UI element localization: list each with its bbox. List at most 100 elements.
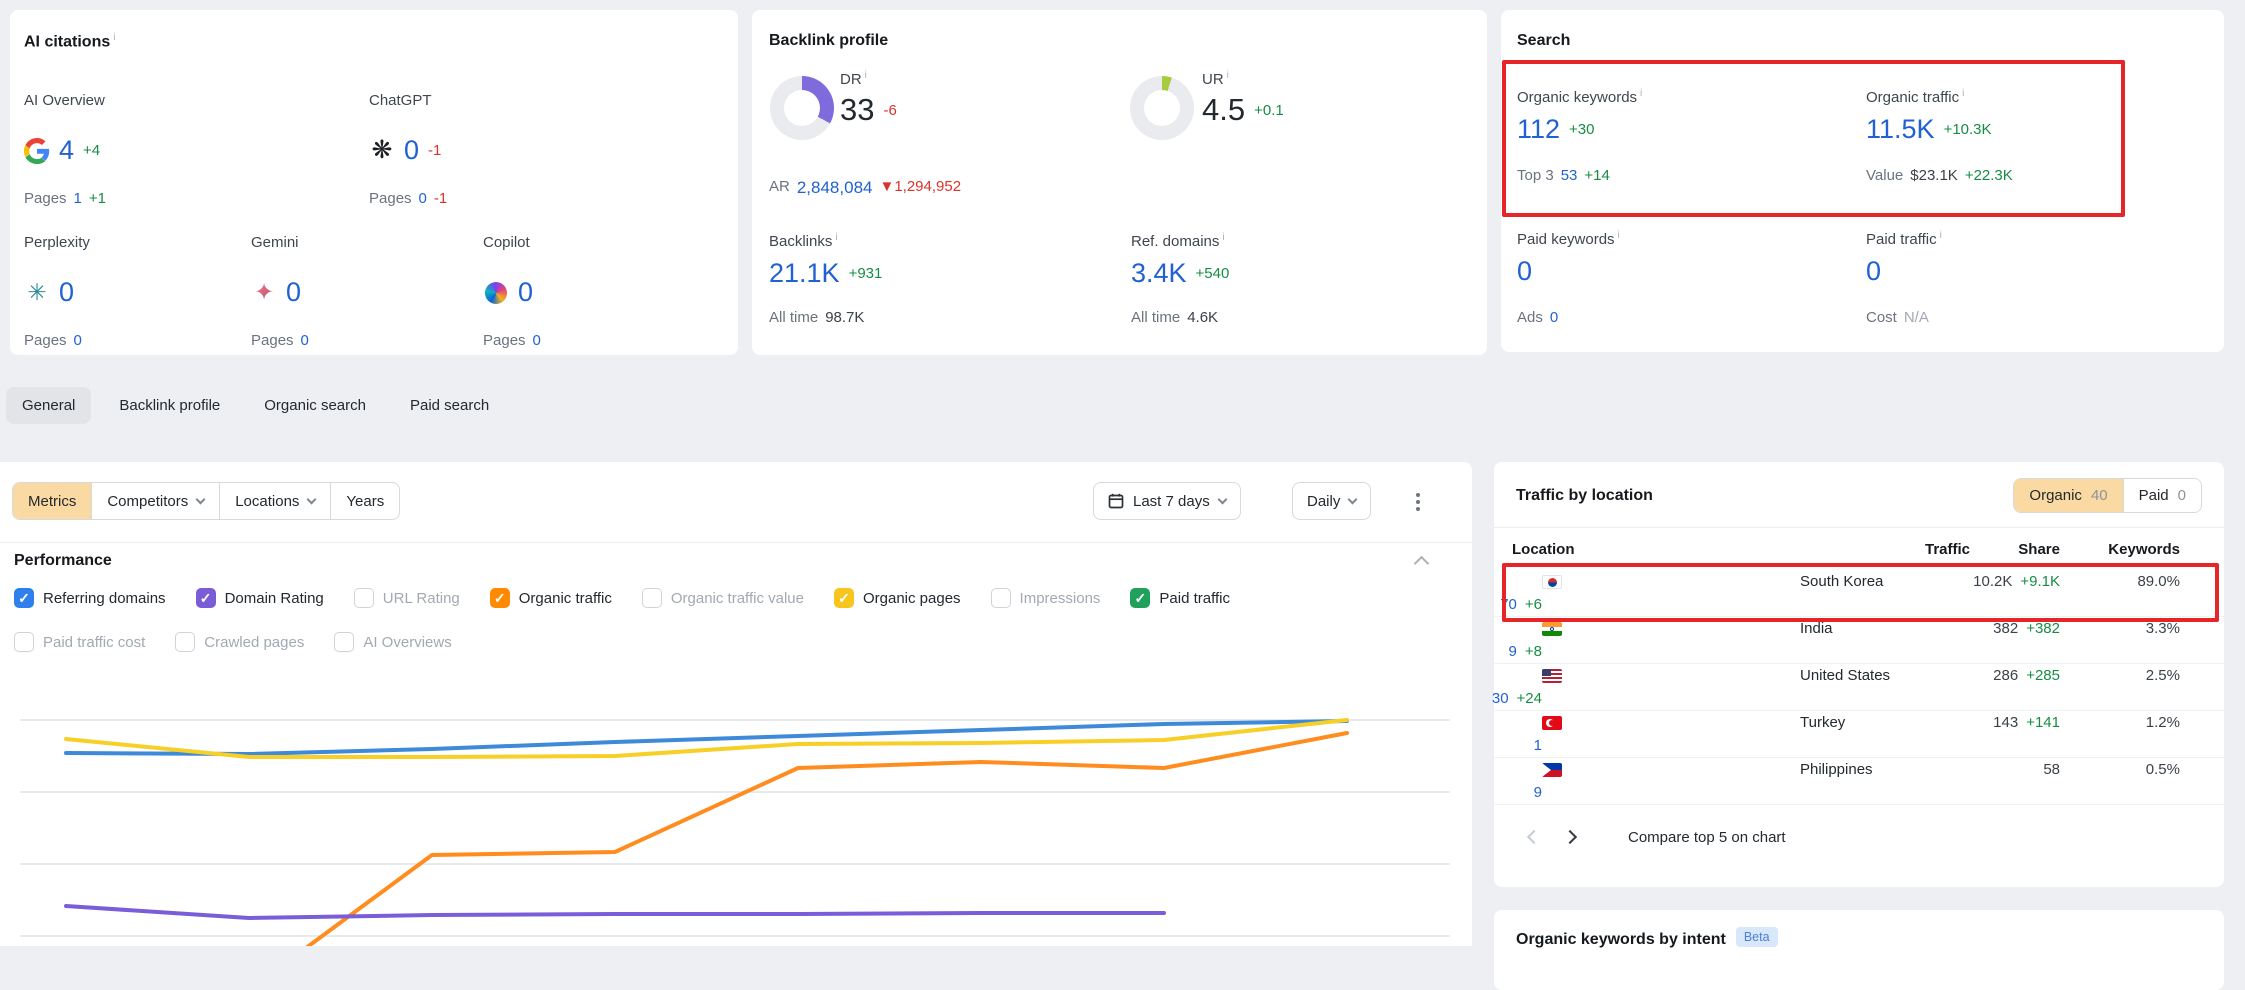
traffic-by-location-title: Traffic by location xyxy=(1516,487,1653,505)
chevron-down-icon xyxy=(196,494,206,504)
ur-stat: URi 4.5+0.1 xyxy=(1202,70,1284,128)
paid-keywords-value[interactable]: 0 xyxy=(1517,256,1532,287)
location-row-south-korea[interactable]: South Korea10.2K+9.1K89.0%70+6 xyxy=(1494,570,2224,617)
info-icon[interactable]: i xyxy=(1618,230,1620,241)
ai-stat-gemini: Gemini✦0Pages0 xyxy=(251,234,309,349)
share-cell: 3.3% xyxy=(2060,620,2180,637)
metric-checkbox-organic-pages[interactable]: ✓Organic pages xyxy=(834,588,961,608)
traffic-cell: 286+285 xyxy=(1970,667,2060,684)
organic-keywords-value[interactable]: 112 xyxy=(1517,114,1560,145)
ai-stat-perplexity: Perplexity✳︎0Pages0 xyxy=(24,234,90,349)
column-header-share: Share xyxy=(1970,541,2060,558)
ai-pages-value[interactable]: 1 xyxy=(74,190,82,207)
metric-checkbox-impressions[interactable]: Impressions xyxy=(991,588,1101,608)
tab-general[interactable]: General xyxy=(6,387,91,424)
flag-united-states-icon xyxy=(1542,669,1562,683)
flag-india-icon xyxy=(1542,622,1562,636)
organic-paid-toggle: Organic40Paid0 xyxy=(2013,478,2202,513)
traffic-by-location-card: Traffic by location Organic40Paid0 Locat… xyxy=(1494,462,2224,887)
info-icon[interactable]: i xyxy=(113,32,115,43)
next-page-chevron-icon[interactable] xyxy=(1552,819,1588,855)
ai-pages-value[interactable]: 0 xyxy=(74,332,82,349)
column-header-keywords: Keywords xyxy=(2060,541,2180,558)
collapse-chevron-up-icon[interactable] xyxy=(1414,556,1430,572)
tab-paid-search[interactable]: Paid search xyxy=(394,387,505,424)
metric-checkbox-paid-traffic-cost[interactable]: Paid traffic cost xyxy=(14,632,145,652)
dr-delta: -6 xyxy=(883,102,896,119)
tab-backlink-profile[interactable]: Backlink profile xyxy=(103,387,236,424)
segment-competitors[interactable]: Competitors xyxy=(91,483,219,519)
ai-value: 0 xyxy=(286,277,301,308)
performance-title: Performance xyxy=(14,552,112,570)
search-title: Search xyxy=(1517,32,2208,50)
ref-domains-value[interactable]: 3.4K xyxy=(1131,258,1187,289)
main-panel: MetricsCompetitorsLocationsYears Last 7 … xyxy=(0,462,1472,946)
compare-top5-link[interactable]: Compare top 5 on chart xyxy=(1628,829,1786,846)
chevron-down-icon xyxy=(1217,494,1227,504)
paid-traffic-value[interactable]: 0 xyxy=(1866,256,1881,287)
metric-checkbox-url-rating[interactable]: URL Rating xyxy=(354,588,460,608)
keywords-link[interactable]: 1 xyxy=(1534,737,1542,754)
metric-checkbox-paid-traffic[interactable]: ✓Paid traffic xyxy=(1130,588,1230,608)
toggle-paid[interactable]: Paid0 xyxy=(2123,479,2201,512)
location-row-india[interactable]: India382+3823.3%9+8 xyxy=(1494,617,2224,664)
ai-stat-ai-overview: AI Overview4+4Pages1+1 xyxy=(24,92,106,207)
info-icon[interactable]: i xyxy=(1227,70,1229,81)
ar-value[interactable]: 2,848,084 xyxy=(797,178,873,198)
tab-organic-search[interactable]: Organic search xyxy=(248,387,382,424)
share-cell: 2.5% xyxy=(2060,667,2180,684)
info-icon[interactable]: i xyxy=(835,232,837,243)
keywords-cell: 30+24 xyxy=(1512,690,1542,707)
location-row-turkey[interactable]: Turkey143+1411.2%1 xyxy=(1494,711,2224,758)
segment-years[interactable]: Years xyxy=(330,483,399,519)
keywords-link[interactable]: 9 xyxy=(1509,643,1517,660)
info-icon[interactable]: i xyxy=(1962,88,1964,99)
metric-checkbox-organic-traffic-value[interactable]: Organic traffic value xyxy=(642,588,804,608)
checkbox-icon xyxy=(175,632,195,652)
keywords-link[interactable]: 70 xyxy=(1500,596,1517,613)
date-range-button[interactable]: Last 7 days xyxy=(1093,482,1241,520)
performance-line-chart xyxy=(20,682,1450,946)
checkbox-icon xyxy=(334,632,354,652)
location-row-philippines[interactable]: Philippines580.5%9 xyxy=(1494,758,2224,805)
location-name: Philippines xyxy=(1800,761,1970,778)
segment-metrics[interactable]: Metrics xyxy=(13,483,91,519)
location-row-united-states[interactable]: United States286+2852.5%30+24 xyxy=(1494,664,2224,711)
location-table-body: South Korea10.2K+9.1K89.0%70+6India382+3… xyxy=(1494,570,2224,805)
organic-keywords-stat: Organic keywordsi 112+30 Top 3 53 +14 xyxy=(1517,88,1642,184)
ai-pages-value[interactable]: 0 xyxy=(301,332,309,349)
segment-locations[interactable]: Locations xyxy=(219,483,330,519)
keywords-link[interactable]: 9 xyxy=(1534,784,1542,801)
more-options-kebab-icon[interactable] xyxy=(1408,490,1428,514)
traffic-cell: 10.2K+9.1K xyxy=(1970,573,2060,590)
prev-page-chevron-icon[interactable] xyxy=(1516,819,1552,855)
paid-keywords-stat: Paid keywordsi 0 Ads 0 xyxy=(1517,230,1620,326)
organic-traffic-value[interactable]: 11.5K xyxy=(1866,114,1935,145)
metric-checkbox-crawled-pages[interactable]: Crawled pages xyxy=(175,632,304,652)
ai-value: 4 xyxy=(59,135,74,166)
metric-checkbox-domain-rating[interactable]: ✓Domain Rating xyxy=(196,588,324,608)
info-icon[interactable]: i xyxy=(1940,230,1942,241)
checkbox-icon: ✓ xyxy=(1130,588,1150,608)
ai-stat-copilot: Copilot0Pages0 xyxy=(483,234,541,349)
metric-checkbox-ai-overviews[interactable]: AI Overviews xyxy=(334,632,451,652)
toggle-organic[interactable]: Organic40 xyxy=(2014,479,2122,512)
metric-checkbox-organic-traffic[interactable]: ✓Organic traffic xyxy=(490,588,612,608)
granularity-button[interactable]: Daily xyxy=(1292,482,1371,520)
info-icon[interactable]: i xyxy=(1640,88,1642,99)
ai-value: 0 xyxy=(518,277,533,308)
ai-pages-value[interactable]: 0 xyxy=(533,332,541,349)
metric-toggles-row-1: ✓Referring domains ✓Domain Rating URL Rati… xyxy=(14,588,1230,608)
checkbox-icon xyxy=(991,588,1011,608)
ar-row: AR 2,848,084 ▼1,294,952 xyxy=(769,178,961,198)
ur-value: 4.5 xyxy=(1202,92,1245,128)
ai-pages-value[interactable]: 0 xyxy=(419,190,427,207)
metric-checkbox-referring-domains[interactable]: ✓Referring domains xyxy=(14,588,166,608)
divider xyxy=(0,542,1472,543)
info-icon[interactable]: i xyxy=(1222,232,1224,243)
ai-citations-title: AI citationsi xyxy=(24,32,724,51)
share-cell: 0.5% xyxy=(2060,761,2180,778)
info-icon[interactable]: i xyxy=(865,70,867,81)
backlinks-value[interactable]: 21.1K xyxy=(769,258,840,289)
keywords-link[interactable]: 30 xyxy=(1492,690,1509,707)
